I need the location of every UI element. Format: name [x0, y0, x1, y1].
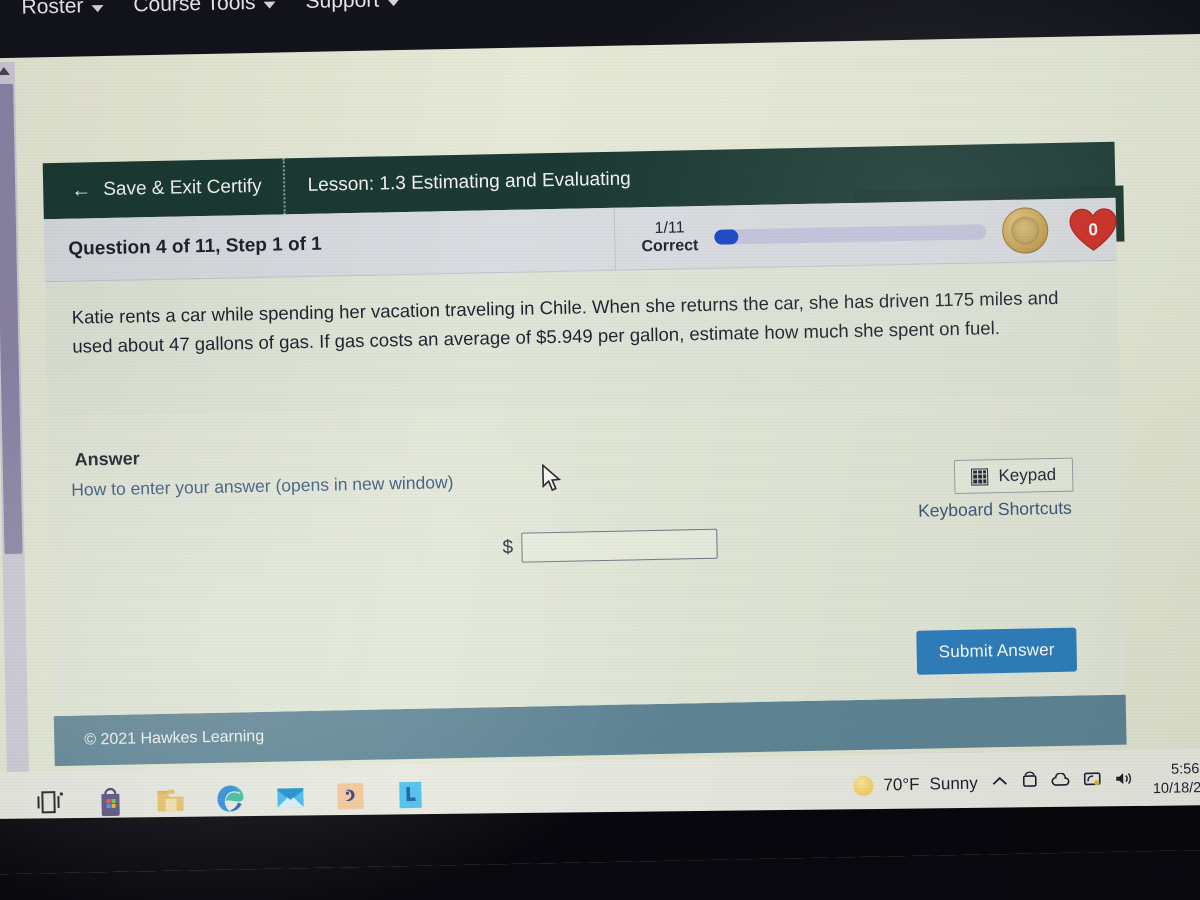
- nav-item-support-label: Support: [305, 0, 380, 13]
- question-text: Katie rents a car while spending her vac…: [45, 260, 1120, 417]
- laptop-screen: Roster Course Tools Support ← Save & Exi…: [0, 0, 1200, 875]
- lesson-title: Lesson: 1.3 Estimating and Evaluating: [307, 168, 631, 196]
- keyboard-shortcuts-link[interactable]: Keyboard Shortcuts: [918, 498, 1072, 522]
- nav-item-course-tools[interactable]: Course Tools: [133, 0, 276, 17]
- show-hidden-icons-icon[interactable]: [992, 773, 1009, 793]
- blue-l-app-icon[interactable]: [393, 778, 428, 813]
- nav-item-support[interactable]: Support: [305, 0, 400, 14]
- device-icon[interactable]: [1022, 771, 1039, 793]
- mail-icon[interactable]: [273, 780, 308, 815]
- weather-condition: Sunny: [929, 773, 978, 794]
- nav-item-course-tools-label: Course Tools: [133, 0, 256, 17]
- page-scrollbar[interactable]: [0, 61, 30, 783]
- score-display: 1/11 Correct: [641, 219, 699, 257]
- microsoft-store-icon[interactable]: [93, 784, 128, 819]
- sun-icon: [853, 775, 874, 797]
- answer-input[interactable]: [520, 528, 718, 563]
- system-tray: [992, 769, 1135, 794]
- coin-icon: [1001, 207, 1049, 254]
- top-navigation-bar: Roster Course Tools Support: [0, 0, 1200, 59]
- hearts-indicator: 0: [1064, 203, 1123, 256]
- weather-temperature: 70°F: [883, 774, 920, 795]
- question-step-label: Question 4 of 11, Step 1 of 1: [68, 233, 322, 260]
- hearts-count: 0: [1088, 220, 1099, 240]
- nav-item-roster-label: Roster: [21, 0, 84, 19]
- task-view-icon[interactable]: [33, 785, 68, 820]
- scrollbar-thumb[interactable]: [0, 83, 23, 555]
- answer-heading: Answer: [74, 448, 140, 470]
- clock-time: 5:56 PM: [1170, 761, 1200, 778]
- volume-icon[interactable]: [1115, 770, 1135, 791]
- weather-widget[interactable]: 70°F Sunny: [853, 773, 978, 797]
- answer-input-row: $: [502, 528, 718, 563]
- progress-bar: [714, 223, 987, 245]
- lesson-card: ← Save & Exit Certify Lesson: 1.3 Estima…: [42, 141, 1127, 767]
- score-fraction: 1/11: [654, 218, 685, 237]
- progress-bar-fill: [714, 228, 739, 245]
- save-and-exit-button[interactable]: ← Save & Exit Certify: [42, 158, 287, 220]
- mouse-cursor: [542, 463, 562, 492]
- save-and-exit-label: Save & Exit Certify: [103, 175, 262, 201]
- screen-share-icon[interactable]: [1084, 771, 1102, 792]
- keypad-button[interactable]: Keypad: [954, 457, 1074, 494]
- chevron-down-icon: [91, 4, 104, 13]
- submit-answer-button[interactable]: Submit Answer: [916, 627, 1078, 675]
- edge-browser-icon[interactable]: [213, 781, 248, 816]
- keypad-grid-icon: [971, 467, 989, 486]
- answer-section: Answer How to enter your answer (opens i…: [47, 394, 1126, 717]
- scroll-up-arrow-icon[interactable]: [0, 66, 10, 76]
- keypad-label: Keypad: [998, 464, 1057, 486]
- chevron-down-icon: [263, 1, 276, 9]
- photo-of-laptop-screen: Roster Course Tools Support ← Save & Exi…: [0, 0, 1200, 900]
- orange-app-icon[interactable]: [333, 779, 368, 814]
- currency-prefix: $: [502, 536, 514, 559]
- how-to-enter-answer-link[interactable]: How to enter your answer (opens in new w…: [71, 472, 454, 501]
- clock-date: 10/18/2021: [1152, 779, 1200, 798]
- nav-item-roster[interactable]: Roster: [21, 0, 104, 20]
- taskbar-clock[interactable]: 5:56 PM 10/18/2021: [1152, 760, 1200, 799]
- onedrive-cloud-icon[interactable]: [1051, 772, 1071, 792]
- back-arrow-icon: ←: [71, 179, 92, 202]
- file-explorer-icon[interactable]: [153, 782, 188, 817]
- chevron-down-icon: [387, 0, 400, 7]
- score-correct-word: Correct: [641, 237, 699, 256]
- progress-group: 1/11 Correct 0: [613, 197, 1123, 270]
- copyright-text: © 2021 Hawkes Learning: [84, 727, 265, 749]
